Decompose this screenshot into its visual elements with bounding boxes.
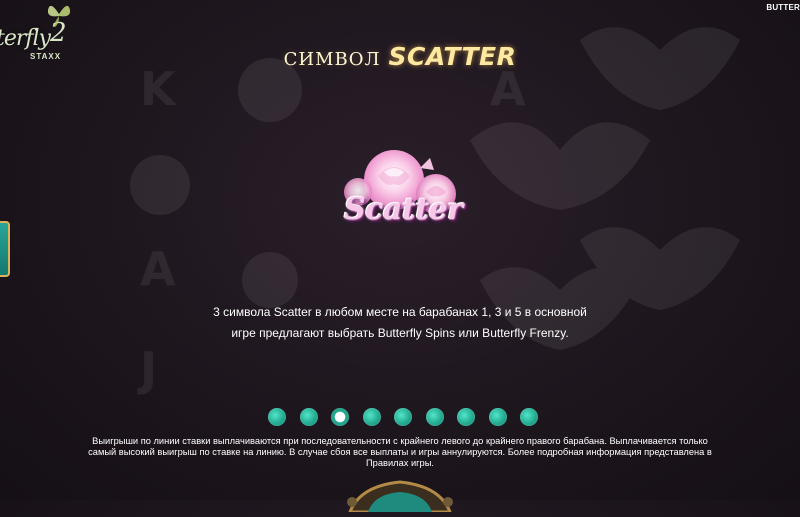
page-dot[interactable] <box>457 408 475 426</box>
page-dot[interactable] <box>488 408 507 426</box>
svg-text:A: A <box>140 242 176 296</box>
page-dot[interactable] <box>425 408 444 426</box>
scatter-label: Scatter <box>344 192 463 227</box>
butterfly-icon <box>47 5 71 27</box>
page-indicator <box>268 408 538 428</box>
svg-text:J: J <box>137 342 157 396</box>
page-title: символ SCATTER <box>0 42 800 71</box>
page-dot[interactable] <box>520 408 538 426</box>
title-main: символ <box>283 42 381 71</box>
side-menu-tab[interactable] <box>0 221 10 277</box>
spin-button-frame[interactable] <box>340 472 460 514</box>
page-dot[interactable] <box>394 408 412 426</box>
page-dot[interactable] <box>331 408 349 426</box>
title-accent: SCATTER <box>388 42 517 71</box>
corner-label: BUTTER <box>766 3 800 12</box>
page-dot[interactable] <box>268 408 286 426</box>
scatter-symbol: Scatter <box>344 148 463 248</box>
description-text: 3 символа Scatter в любом месте на бараб… <box>213 305 587 340</box>
page-dot[interactable] <box>362 408 381 426</box>
page-dot[interactable] <box>299 408 318 426</box>
footer-disclaimer: Выигрыши по линии ставки выплачиваются п… <box>88 436 712 469</box>
